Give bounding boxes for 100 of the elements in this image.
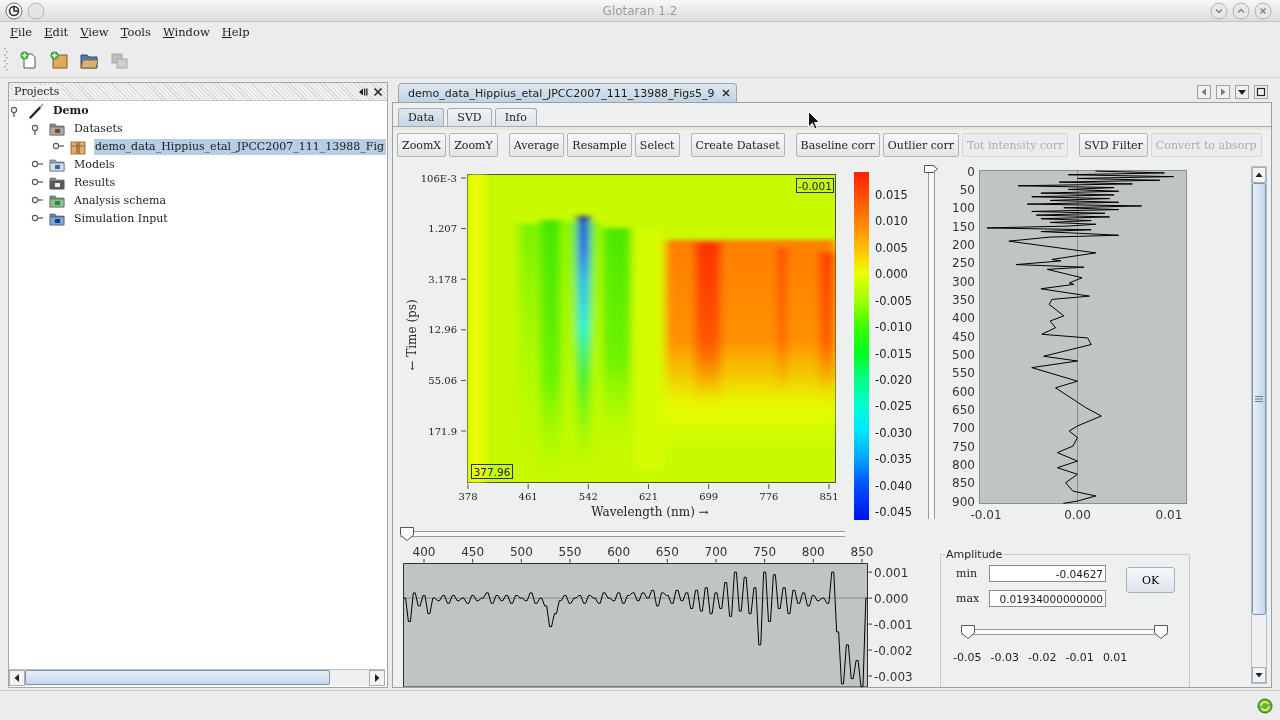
grip-icon: [4, 47, 8, 72]
ok-button[interactable]: OK: [1126, 567, 1175, 593]
scroll-down-icon[interactable]: [1252, 667, 1268, 683]
axis-tick-label: 700: [952, 421, 975, 436]
axis-tick-label: 450: [461, 545, 485, 559]
menu-item[interactable]: View: [74, 25, 115, 39]
axis-tick-label: 850: [850, 545, 874, 559]
tree-item[interactable]: Demo: [52, 103, 91, 119]
axis-tick-label: 0: [967, 164, 975, 179]
panel-title: Projects: [13, 85, 63, 98]
folder-icon: [49, 121, 65, 137]
scale-tick-label: -0.045: [875, 505, 913, 520]
tree-item[interactable]: Simulation Input: [73, 211, 170, 227]
axis-tick-label: -0.01: [970, 508, 1002, 522]
tree-item[interactable]: Analysis schema: [73, 193, 168, 209]
close-icon[interactable]: [373, 86, 383, 97]
scale-tick-label: 0.000: [875, 267, 908, 282]
axis-tick-label: 50: [959, 182, 975, 197]
scale-tick-label: -0.02: [1027, 651, 1057, 664]
axis-tick-label: 3.178: [428, 273, 457, 285]
scroll-thumb[interactable]: [25, 670, 330, 685]
vertical-scrollbar[interactable]: [1251, 166, 1267, 684]
view-tab[interactable]: Info: [494, 108, 537, 126]
axis-tick-label: -0.002: [874, 643, 913, 658]
slider-thumb[interactable]: [924, 165, 938, 173]
axis-tick-label: 600: [607, 545, 631, 559]
axis-tick-label: 400: [952, 311, 975, 326]
scale-tick-label: -0.035: [875, 452, 913, 467]
axis-tick-label: 699: [699, 491, 719, 502]
scroll-up-icon[interactable]: [1252, 167, 1268, 183]
axis-tick-label: 650: [655, 545, 679, 559]
toolbar-button[interactable]: ZoomY: [449, 133, 498, 157]
horizontal-scrollbar[interactable]: [9, 669, 385, 686]
toolbar-button[interactable]: Create Dataset: [690, 133, 785, 157]
tree-item[interactable]: Datasets: [73, 121, 125, 137]
scale-tick-label: -0.030: [875, 425, 913, 440]
minimize-panel-icon[interactable]: [358, 86, 368, 97]
axis-tick-label: 851: [819, 491, 839, 502]
toolbar-button[interactable]: Average: [508, 133, 565, 157]
add-folder-icon[interactable]: [50, 50, 68, 69]
app-logo-icon: [5, 1, 23, 20]
axis-tick-label: 106E-3: [420, 172, 457, 184]
menu-item[interactable]: Edit: [38, 25, 75, 39]
view-tab[interactable]: SVD: [447, 108, 492, 126]
axis-tick-label: 461: [518, 491, 538, 502]
scroll-right-icon[interactable]: [369, 670, 385, 686]
min-field[interactable]: -0.04627: [989, 565, 1106, 582]
axis-tick-label: 400: [412, 545, 436, 559]
tree-item[interactable]: Results: [73, 175, 118, 191]
axis-tick-label: 550: [558, 545, 582, 559]
box-icon: [70, 139, 86, 155]
axis-tick-label: 250: [952, 256, 975, 271]
slider-thumb[interactable]: [961, 625, 975, 639]
menu-item[interactable]: Help: [215, 25, 256, 39]
axis-tick-label: 171.9: [428, 425, 457, 437]
scale-tick-label: -0.01: [1065, 651, 1094, 664]
axis-tick-label: 1.207: [428, 223, 457, 235]
scale-tick-label: -0.010: [875, 320, 913, 335]
slider-thumb[interactable]: [1154, 625, 1168, 639]
toolbar-button[interactable]: ZoomX: [397, 133, 447, 157]
folder-icon: [49, 211, 65, 227]
menu-item[interactable]: Window: [156, 25, 216, 39]
editor-tab[interactable]: demo_data_Hippius_etal_JPCC2007_111_13988_Figs5_9: [398, 83, 738, 102]
axis-tick-label: 800: [801, 545, 825, 559]
axis-title: ← Time (ps): [405, 299, 419, 371]
scale-tick-label: -0.025: [875, 399, 913, 414]
scale-tick-label: -0.005: [875, 293, 913, 308]
scroll-thumb[interactable]: [1252, 183, 1266, 615]
wand-icon: [28, 103, 44, 119]
toolbar-button[interactable]: SVD Filter: [1079, 133, 1148, 157]
max-field[interactable]: 0.01934000000000: [989, 590, 1106, 607]
vertical-slider[interactable]: [924, 165, 938, 519]
axis-tick-label: 621: [638, 491, 659, 502]
maximize-icon[interactable]: [1254, 85, 1268, 99]
add-document-icon[interactable]: [20, 50, 38, 69]
axis-tick-label: 650: [952, 402, 975, 417]
axis-tick-label: 850: [952, 476, 975, 491]
toolbar-button[interactable]: Outlier corr: [882, 133, 959, 157]
close-icon[interactable]: [722, 89, 731, 97]
toolbar-button[interactable]: Baseline corr: [795, 133, 880, 157]
axis-tick-label: 500: [952, 347, 975, 362]
mouse-pointer-icon: [808, 111, 820, 130]
tree-item[interactable]: Models: [73, 157, 117, 173]
view-tab[interactable]: Data: [398, 108, 445, 126]
toolbar-button[interactable]: Resample: [567, 133, 632, 157]
minimize-icon[interactable]: [1210, 1, 1228, 20]
tree-item[interactable]: demo_data_Hippius_etal_JPCC2007_111_13988_Fig: [94, 139, 386, 155]
scale-tick-label: -0.03: [990, 651, 1019, 664]
axis-tick-label: 750: [952, 439, 975, 454]
axis-tick-label: 378: [458, 491, 478, 502]
toolbar-button[interactable]: Select: [634, 133, 680, 157]
folder-icon: [49, 157, 65, 173]
menu-item[interactable]: File: [4, 25, 39, 39]
circular-arrows-icon[interactable]: [1257, 697, 1273, 714]
axis-tick-label: 100: [952, 201, 975, 216]
slider-thumb[interactable]: [400, 527, 414, 541]
menu-item[interactable]: Tools: [114, 25, 157, 39]
scale-tick-label: 0.010: [875, 214, 908, 229]
dropdown-icon[interactable]: [1235, 85, 1249, 99]
scroll-left-icon[interactable]: [9, 670, 25, 686]
